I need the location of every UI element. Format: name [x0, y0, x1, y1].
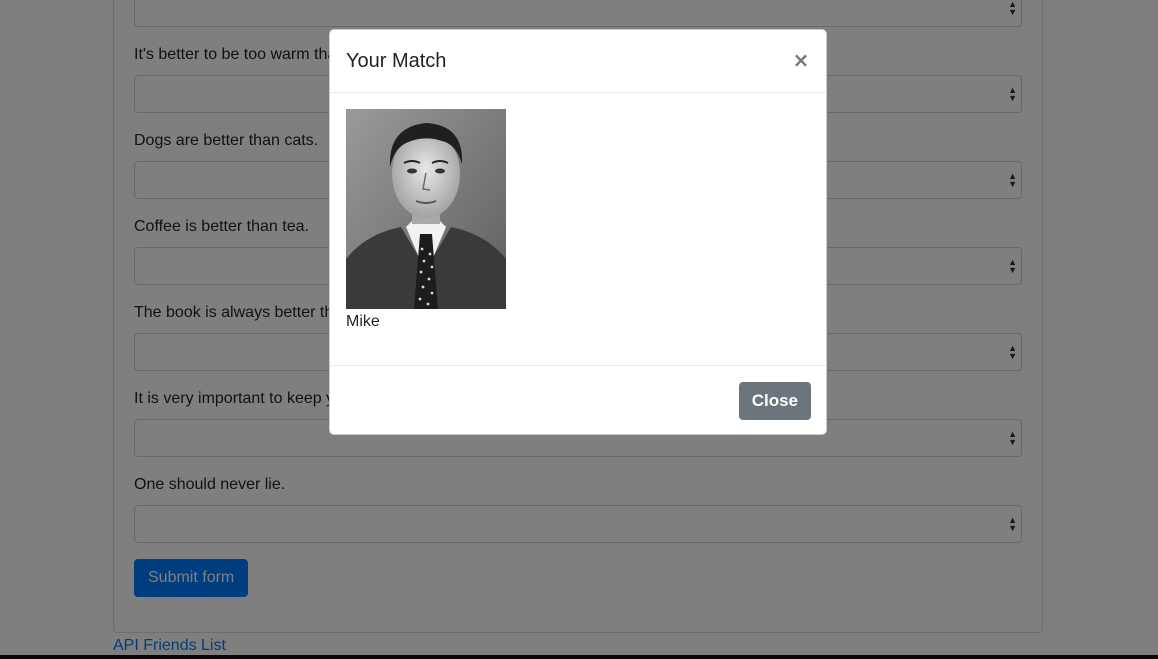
- portrait-image: [346, 109, 506, 309]
- match-photo: [346, 109, 506, 309]
- close-icon[interactable]: ×: [790, 47, 812, 73]
- page: ▲▼ It's better to be too warm than too c…: [0, 0, 1158, 659]
- match-modal: Your Match × Mike Close: [329, 29, 827, 435]
- modal-footer: Close: [330, 365, 826, 434]
- modal-title: Your Match: [346, 50, 447, 72]
- modal-header: Your Match ×: [330, 30, 826, 93]
- close-button[interactable]: Close: [738, 382, 811, 420]
- match-name: Mike: [346, 313, 380, 330]
